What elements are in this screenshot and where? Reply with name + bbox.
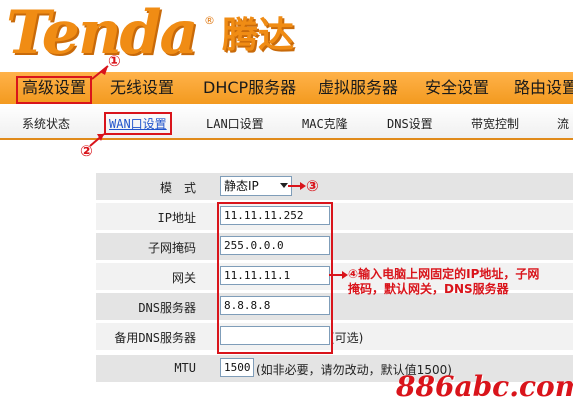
step1-marker: ① — [108, 52, 121, 70]
step4-note: ④输入电脑上网固定的IP地址，子网掩码，默认网关，DNS服务器 — [348, 267, 540, 296]
annotation-arrows — [89, 65, 348, 279]
step2-marker: ② — [80, 142, 93, 160]
watermark: 886abc.com — [396, 370, 573, 403]
step3-marker: ③ — [306, 177, 319, 195]
